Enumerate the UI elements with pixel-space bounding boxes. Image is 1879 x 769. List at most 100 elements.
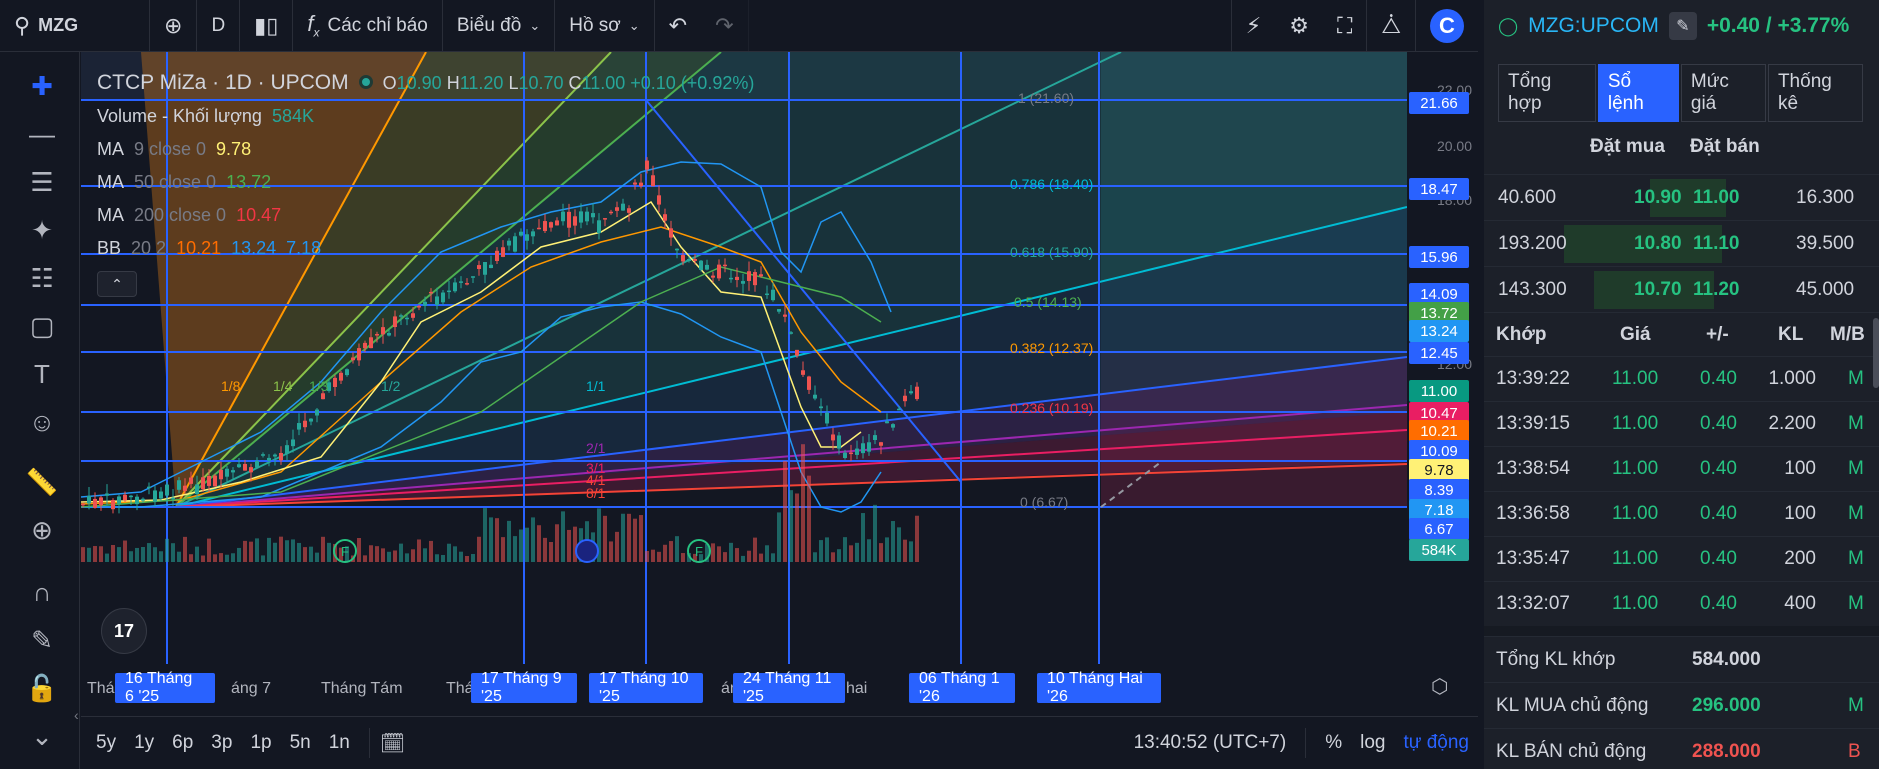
date-tag[interactable]: 17 Tháng 9 '25 <box>471 670 577 705</box>
fib-level-label: 0.618 (15.90) <box>1010 244 1094 260</box>
candle <box>903 395 907 402</box>
date-tag[interactable]: 16 Tháng 6 '25 <box>115 670 215 705</box>
range-button[interactable]: 5y <box>87 732 125 754</box>
chart-type-button[interactable]: ▮▯ <box>240 0 294 52</box>
candle <box>321 393 325 400</box>
panel-tab[interactable]: Sổ lệnh <box>1597 64 1679 122</box>
trade-time: 13:35:47 <box>1496 548 1570 569</box>
candle <box>789 332 793 334</box>
clock[interactable]: 13:40:52 (UTC+7) <box>1125 732 1296 754</box>
lock-tool[interactable]: 🔓 <box>22 668 62 708</box>
fullscreen-button[interactable]: ⛶ <box>1323 0 1366 52</box>
trade-row[interactable]: 13:36:58 11.00 0.40 100 M <box>1484 491 1879 536</box>
goto-date-button[interactable]: 🗓 <box>380 731 405 756</box>
volume-bar <box>249 541 253 562</box>
crosshair-tool[interactable]: ✚ <box>22 66 62 106</box>
dividend-marker[interactable] <box>575 539 599 563</box>
measure-tool[interactable]: 📏 <box>22 462 62 502</box>
candle <box>831 434 835 441</box>
candle <box>867 442 871 452</box>
legend-ma50-row[interactable]: MA 50 close 0 13.72 <box>97 166 754 199</box>
settings-button[interactable]: ⚙ <box>1275 0 1323 52</box>
event-marker[interactable]: F <box>687 539 711 563</box>
trendline-tool[interactable]: — <box>22 114 62 154</box>
quick-search-button[interactable]: ⚡ <box>1230 0 1275 52</box>
trade-row[interactable]: 13:38:54 11.00 0.40 100 M <box>1484 446 1879 491</box>
drawing-mode-tool[interactable]: ✎ <box>22 620 62 660</box>
candle <box>357 348 361 361</box>
chart-area[interactable]: CTCP MiZa · 1D · UPCOM O10.90 H11.20 L10… <box>81 52 1478 769</box>
date-tag[interactable]: 10 Tháng Hai '26 <box>1037 670 1161 705</box>
volume-bar <box>369 545 373 562</box>
legend-bb-row[interactable]: BB 20 2 10.21 13.24 7.18 <box>97 232 754 265</box>
panel-tab[interactable]: Mức giá <box>1680 64 1766 122</box>
date-tag[interactable]: 17 Tháng 10 '25 <box>589 670 703 705</box>
trade-row[interactable]: 13:39:22 11.00 0.40 1.000 M <box>1484 356 1879 401</box>
trade-row[interactable]: 13:39:15 11.00 0.40 2.200 M <box>1484 401 1879 446</box>
zoom-tool[interactable]: ⊕ <box>22 510 62 550</box>
chart-menu-button[interactable]: Biểu đồ ⌄ <box>443 0 556 52</box>
indicators-button[interactable]: fx Các chỉ báo <box>293 0 443 52</box>
panel-tab[interactable]: Thống kê <box>1767 64 1863 122</box>
collapse-legend-button[interactable]: ⌃ <box>97 271 137 297</box>
log-toggle[interactable]: log <box>1351 732 1394 754</box>
tradingview-logo[interactable]: 17 <box>101 608 147 654</box>
axis-settings-button[interactable]: ⬡ <box>1431 674 1448 699</box>
legend-ma200-row[interactable]: MA 200 close 0 10.47 <box>97 199 754 232</box>
pattern-tool[interactable]: ✦ <box>22 210 62 250</box>
ruler-icon: 📏 <box>25 466 59 497</box>
volume-bar <box>513 536 517 562</box>
orderbook-row[interactable]: 40.600 10.90 11.00 16.300 <box>1484 174 1879 220</box>
volume-bar <box>813 552 817 562</box>
undo-button[interactable]: ↶ <box>655 0 701 52</box>
share-button[interactable]: ⧊ <box>1366 0 1416 52</box>
legend-ma9-row[interactable]: MA 9 close 0 9.78 <box>97 133 754 166</box>
range-button[interactable]: 5n <box>281 732 320 754</box>
date-tag[interactable]: 24 Tháng 11 '25 <box>733 670 845 705</box>
gear-icon: ⚙ <box>1289 12 1309 38</box>
percent-toggle[interactable]: % <box>1316 732 1351 754</box>
summary-label: Tổng KL khớp <box>1496 648 1616 670</box>
fib-tool[interactable]: ☰ <box>22 162 62 202</box>
hide-drawings-tool[interactable]: ⌄ <box>22 716 62 756</box>
edit-symbol-button[interactable]: ✎ <box>1668 12 1697 40</box>
text-tool[interactable]: T <box>22 354 62 394</box>
auto-toggle[interactable]: tự động <box>1394 732 1478 754</box>
projection-tool[interactable]: ☷ <box>22 258 62 298</box>
candle <box>765 293 769 296</box>
candle <box>183 485 187 491</box>
trades-list[interactable]: 13:39:22 11.00 0.40 1.000 M 13:39:15 11.00 0.40… <box>1484 356 1879 626</box>
shape-tool[interactable]: ▢ <box>22 306 62 346</box>
volume-bar <box>171 543 175 562</box>
range-button[interactable]: 1p <box>241 732 280 754</box>
magnet-tool[interactable]: ∩ <box>22 572 62 612</box>
date-tag[interactable]: 06 Tháng 1 '26 <box>909 670 1015 705</box>
orderbook-row[interactable]: 193.200 10.80 11.10 39.500 <box>1484 220 1879 266</box>
trade-price: 11.00 <box>1612 413 1659 434</box>
range-button[interactable]: 1y <box>125 732 163 754</box>
collapse-toolbar-icon[interactable]: ‹ <box>74 707 79 723</box>
volume-bar <box>141 546 145 562</box>
trade-row[interactable]: 13:35:47 11.00 0.40 200 M <box>1484 536 1879 581</box>
brand-logo-button[interactable]: C <box>1416 0 1478 52</box>
profile-menu-button[interactable]: Hồ sơ ⌄ <box>555 0 655 52</box>
panel-symbol[interactable]: MZG:UPCOM <box>1528 14 1659 38</box>
range-button[interactable]: 3p <box>202 732 241 754</box>
redo-button[interactable]: ↷ <box>701 0 749 52</box>
symbol-search[interactable]: ⚲ MZG <box>0 0 150 52</box>
interval-button[interactable]: D <box>197 0 241 52</box>
volume-bar <box>411 549 415 562</box>
volume-bar <box>903 539 907 562</box>
range-button[interactable]: 6p <box>163 732 202 754</box>
orderbook-row[interactable]: 143.300 10.70 11.20 45.000 <box>1484 266 1879 312</box>
candle <box>261 454 265 456</box>
emoji-tool[interactable]: ☺ <box>22 402 62 442</box>
panel-tab[interactable]: Tổng hợp <box>1498 64 1596 122</box>
compare-button[interactable]: ⊕ <box>150 0 198 52</box>
range-button[interactable]: 1n <box>320 732 359 754</box>
event-marker[interactable]: F <box>333 539 357 563</box>
trades-scrollbar[interactable] <box>1873 318 1879 388</box>
legend-volume-row[interactable]: Volume - Khối lượng 584K <box>97 100 754 133</box>
redo-icon: ↷ <box>715 12 734 38</box>
trade-row[interactable]: 13:32:07 11.00 0.40 400 M <box>1484 581 1879 626</box>
